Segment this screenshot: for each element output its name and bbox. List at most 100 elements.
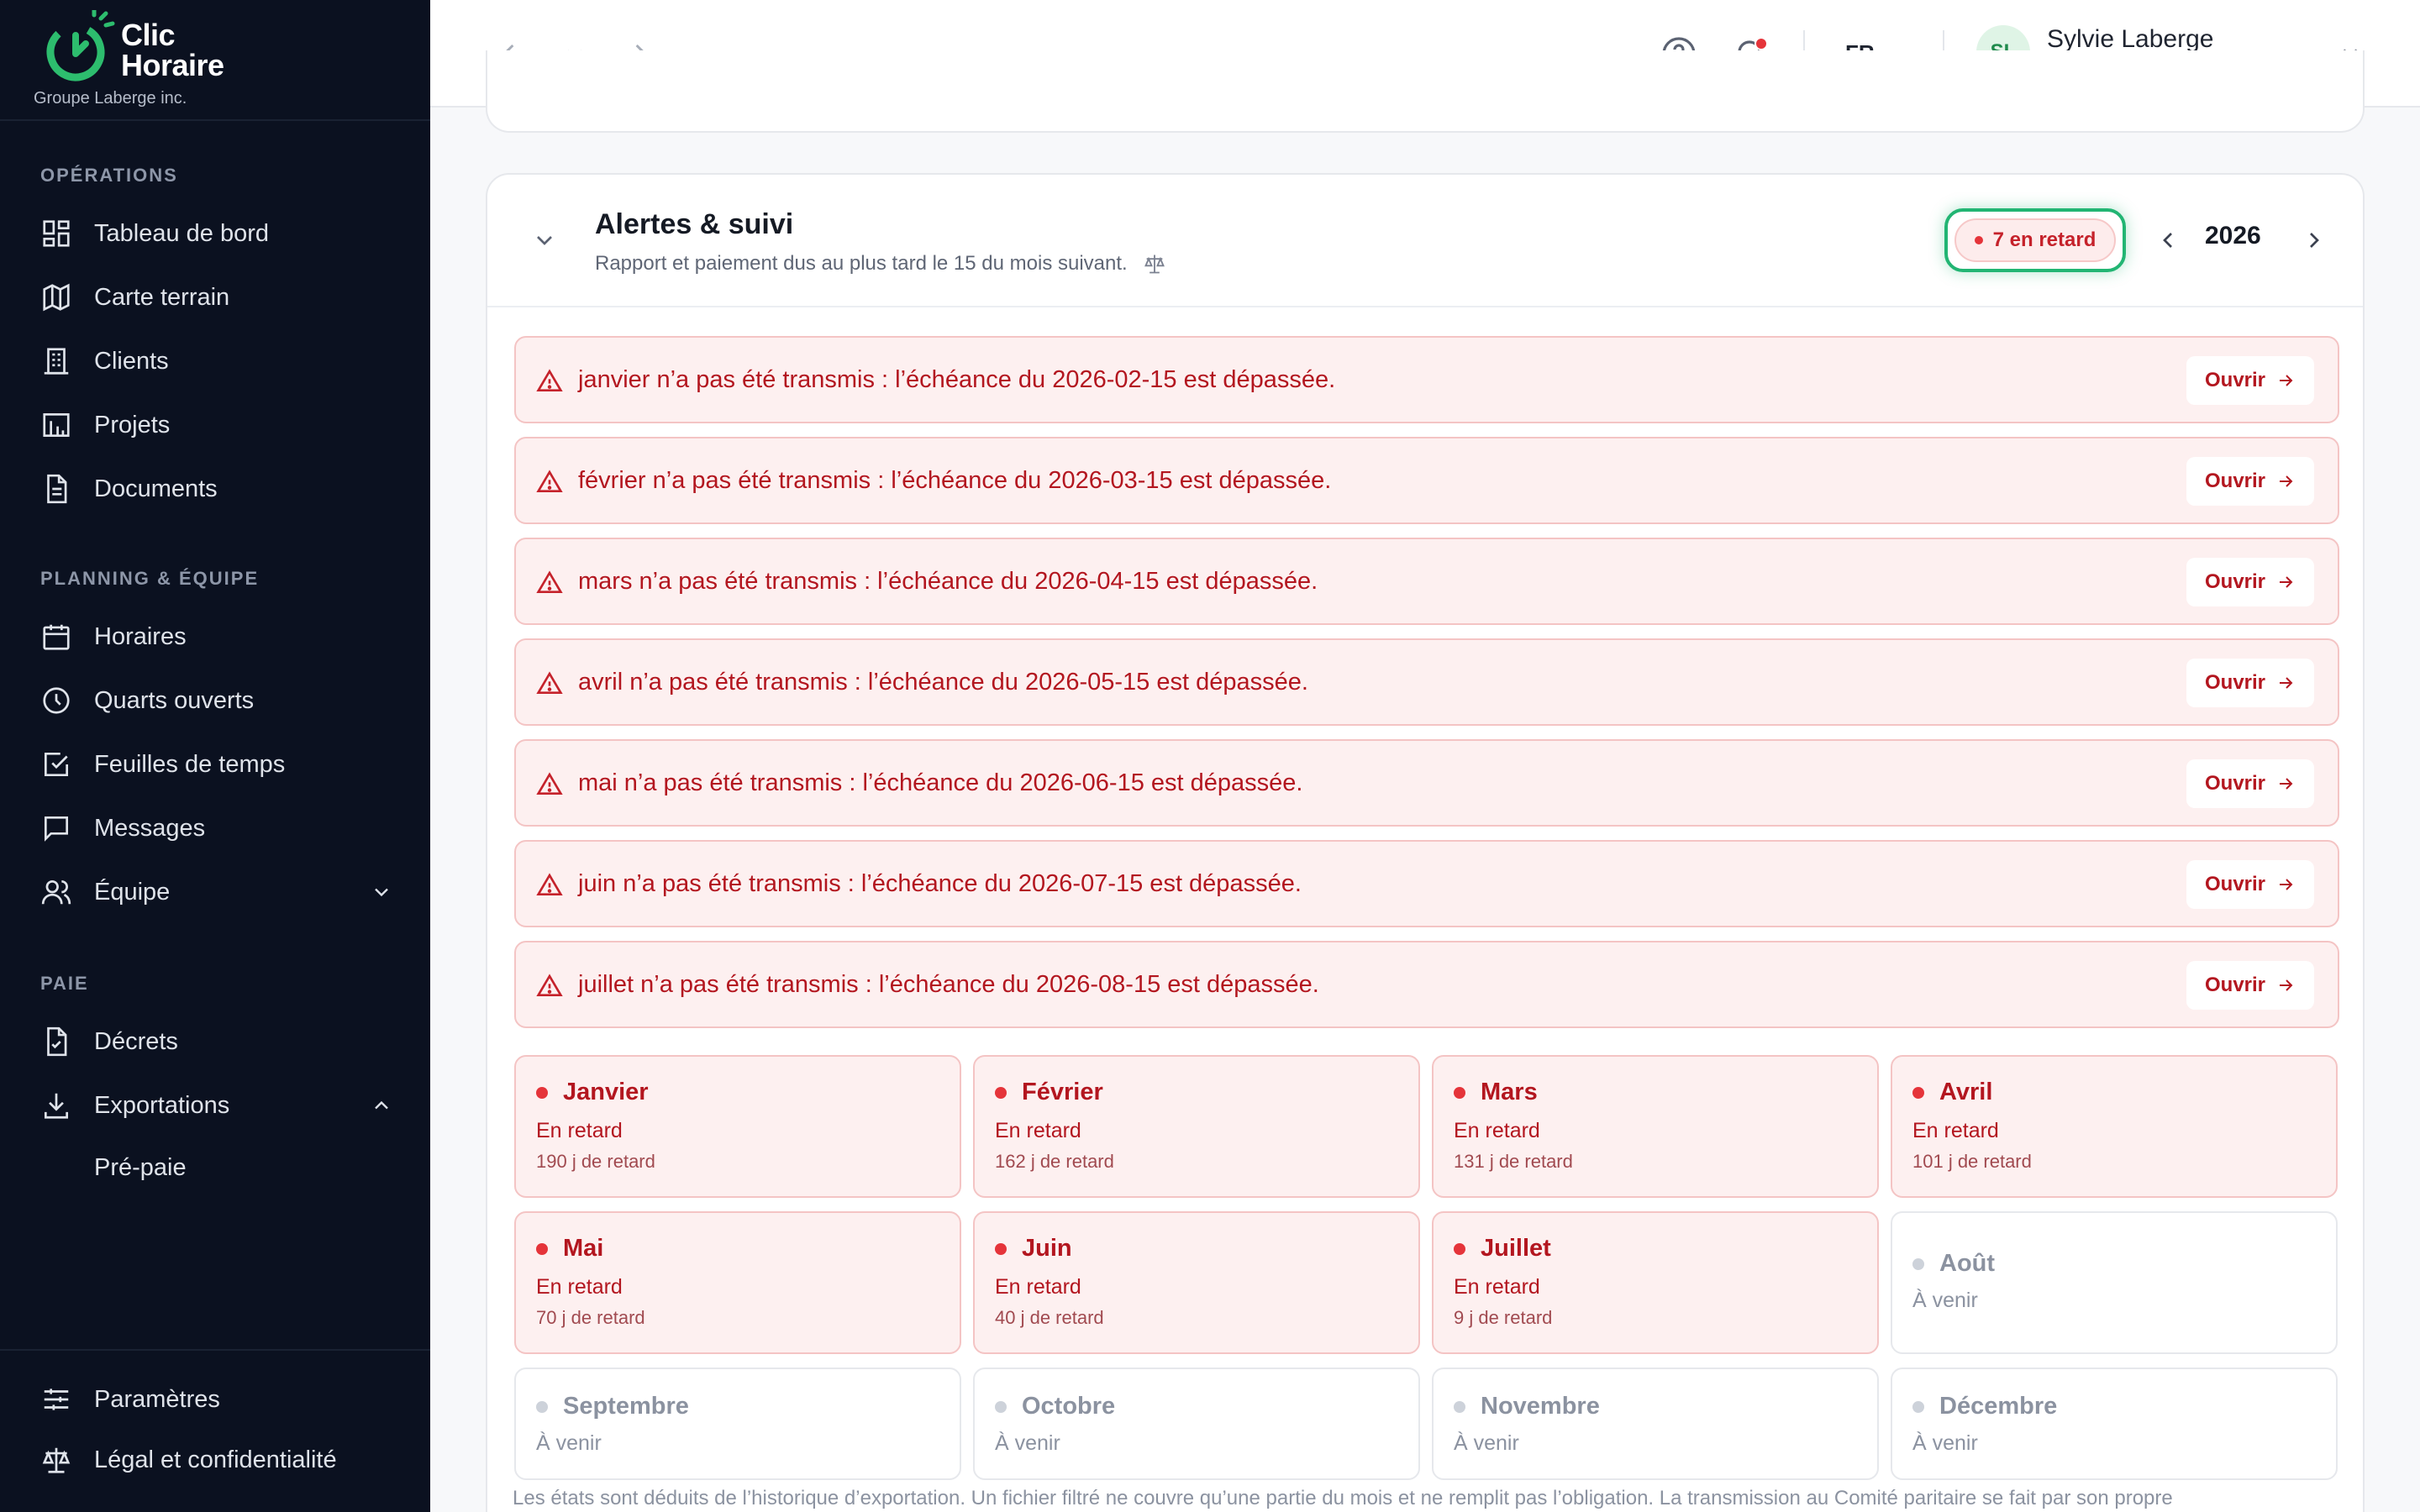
month-name: Février [995, 1079, 1103, 1106]
open-button[interactable]: Ouvrir [2186, 659, 2314, 707]
month-status: En retard [536, 1275, 623, 1299]
month-card[interactable]: Février En retard 162 j de retard [973, 1055, 1420, 1198]
open-button[interactable]: Ouvrir [2186, 961, 2314, 1010]
status-dot [536, 1400, 548, 1413]
alert-text: juin n’a pas été transmis : l’échéance d… [578, 870, 1302, 897]
warning-icon [536, 570, 563, 593]
sidebar-item-exports[interactable]: Exportations [40, 1080, 393, 1131]
sidebar-item-label: Projets [94, 411, 171, 438]
month-card[interactable]: Décembre À venir [1891, 1368, 2338, 1480]
month-status: En retard [536, 1119, 623, 1142]
month-name: Mars [1454, 1079, 1538, 1106]
clock-logo-icon [46, 10, 115, 81]
dashboard-icon [43, 220, 70, 247]
alerts-card: Alertes & suivi Rapport et paiement dus … [486, 173, 2365, 1512]
month-status: À venir [1912, 1289, 1978, 1312]
brand-name: Clic Horaire [121, 18, 224, 82]
sliders-icon [44, 1389, 69, 1410]
sidebar-item-projects[interactable]: Projets [40, 400, 393, 450]
month-name: Octobre [995, 1393, 1115, 1420]
open-button[interactable]: Ouvrir [2186, 759, 2314, 808]
warning-icon [536, 470, 563, 492]
sidebar-divider [0, 119, 430, 121]
sidebar-subitem-prepayroll[interactable]: Pré-paie [94, 1154, 187, 1182]
next-year-icon[interactable] [2301, 227, 2328, 254]
status-dot [1454, 1400, 1465, 1413]
sidebar-item-timesheets[interactable]: Feuilles de temps [40, 739, 393, 790]
section-planning: PLANNING & ÉQUIPE [40, 568, 260, 589]
sidebar-item-map[interactable]: Carte terrain [40, 272, 393, 323]
alert-row: mai n’a pas été transmis : l’échéance du… [514, 739, 2339, 827]
warning-icon [536, 873, 563, 895]
sidebar-item-label: Carte terrain [94, 283, 230, 311]
month-card[interactable]: Septembre À venir [514, 1368, 961, 1480]
sidebar-item-dashboard[interactable]: Tableau de bord [40, 208, 393, 259]
status-dot [1912, 1400, 1924, 1413]
sidebar-item-legal[interactable]: Légal et confidentialité [40, 1435, 393, 1485]
chevron-up-icon[interactable] [370, 1094, 393, 1117]
projects-icon [43, 412, 70, 438]
sidebar-item-messages[interactable]: Messages [40, 803, 393, 853]
collapse-chevron-icon[interactable] [531, 227, 558, 254]
month-card[interactable]: Octobre À venir [973, 1368, 1420, 1480]
map-icon [43, 283, 70, 312]
month-status: En retard [995, 1275, 1081, 1299]
sidebar-item-settings[interactable]: Paramètres [40, 1374, 393, 1425]
month-card[interactable]: Juin En retard 40 j de retard [973, 1211, 1420, 1354]
sidebar-item-documents[interactable]: Documents [40, 464, 393, 514]
month-name: Septembre [536, 1393, 689, 1420]
section-payroll: PAIE [40, 973, 89, 994]
open-button[interactable]: Ouvrir [2186, 356, 2314, 405]
month-card[interactable]: Juillet En retard 9 j de retard [1432, 1211, 1879, 1354]
month-status: En retard [995, 1119, 1081, 1142]
month-name: Novembre [1454, 1393, 1600, 1420]
alert-text: juillet n’a pas été transmis : l’échéanc… [578, 971, 1319, 998]
alert-text: mars n’a pas été transmis : l’échéance d… [578, 568, 1318, 595]
warning-icon [536, 974, 563, 996]
month-card[interactable]: Avril En retard 101 j de retard [1891, 1055, 2338, 1198]
alert-text: avril n’a pas été transmis : l’échéance … [578, 669, 1308, 696]
brand[interactable]: Clic Horaire Groupe Laberge inc. [34, 8, 403, 109]
sidebar-item-label: Équipe [94, 878, 171, 906]
month-card[interactable]: Janvier En retard 190 j de retard [514, 1055, 961, 1198]
sidebar-item-label: Décrets [94, 1027, 178, 1055]
open-button[interactable]: Ouvrir [2186, 457, 2314, 506]
sidebar-item-label: Feuilles de temps [94, 750, 286, 778]
month-status: À venir [1912, 1431, 1978, 1455]
card-subtitle: Rapport et paiement dus au plus tard le … [595, 252, 1166, 276]
alert-row: juin n’a pas été transmis : l’échéance d… [514, 840, 2339, 927]
arrow-right-icon [2280, 375, 2293, 386]
open-button[interactable]: Ouvrir [2186, 860, 2314, 909]
arrow-right-icon [2280, 475, 2293, 487]
month-card[interactable]: Novembre À venir [1432, 1368, 1879, 1480]
month-card[interactable]: Mars En retard 131 j de retard [1432, 1055, 1879, 1198]
status-dot [1454, 1086, 1465, 1099]
scale-icon [42, 1447, 71, 1473]
sidebar-item-decrees[interactable]: Décrets [40, 1016, 393, 1067]
sidebar-item-schedules[interactable]: Horaires [40, 612, 393, 662]
month-card[interactable]: Août À venir [1891, 1211, 2338, 1354]
month-name: Juin [995, 1235, 1072, 1263]
month-card[interactable]: Mai En retard 70 j de retard [514, 1211, 961, 1354]
status-dot [536, 1086, 548, 1099]
sidebar-item-clients[interactable]: Clients [40, 336, 393, 386]
sidebar-item-open-shifts[interactable]: Quarts ouverts [40, 675, 393, 726]
status-dot [1454, 1242, 1465, 1255]
chevron-down-icon[interactable] [370, 880, 393, 904]
days-late: 131 j de retard [1454, 1151, 1573, 1172]
notification-dot [1754, 37, 1768, 50]
footnote: Les états sont déduits de l’historique d… [513, 1487, 2173, 1509]
late-filter-button[interactable]: 7 en retard [1944, 208, 2126, 272]
month-name: Août [1912, 1250, 1995, 1278]
sidebar-item-team[interactable]: Équipe [40, 867, 393, 917]
calendar-icon [43, 624, 70, 650]
open-button[interactable]: Ouvrir [2186, 558, 2314, 606]
alert-row: février n’a pas été transmis : l’échéanc… [514, 437, 2339, 524]
previous-year-icon[interactable] [2154, 227, 2181, 254]
previous-card [486, 50, 2365, 133]
user-name[interactable]: Sylvie Laberge [2047, 25, 2213, 54]
building-icon [44, 348, 69, 375]
warning-icon [536, 772, 563, 795]
scale-icon[interactable] [1143, 252, 1166, 276]
month-status: En retard [1454, 1119, 1540, 1142]
